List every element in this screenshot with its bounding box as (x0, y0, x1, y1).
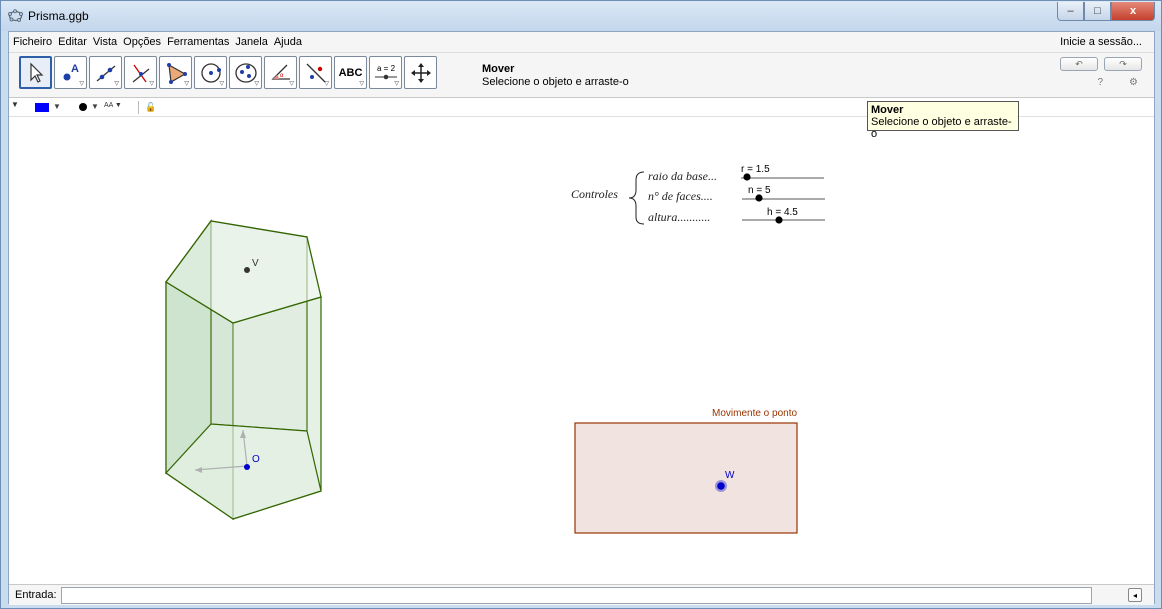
active-tool-info: Mover Selecione o objeto e arraste-o (482, 63, 629, 88)
submenu-triangle-icon: ▽ (184, 81, 189, 87)
svg-text:a = 2: a = 2 (377, 64, 396, 73)
input-bar: Entrada: ◂ (9, 584, 1154, 605)
app-client-area: Ficheiro Editar Vista Opções Ferramentas… (8, 31, 1155, 605)
geogebra-app-icon (8, 9, 23, 22)
slider-r-caption: raio da base... (648, 169, 717, 183)
move-point-box: Movimente o ponto W (574, 408, 798, 534)
submenu-triangle-icon: ▽ (254, 81, 259, 87)
menu-ferramentas[interactable]: Ferramentas (167, 36, 229, 48)
menu-ajuda[interactable]: Ajuda (274, 36, 302, 48)
point-w-core[interactable] (717, 482, 725, 490)
graphics-canvas[interactable]: V O Controles raio da base... n° de face… (9, 118, 1154, 584)
window-controls: – □ x (1057, 2, 1155, 22)
login-link[interactable]: Inicie a sessão... (1060, 36, 1142, 48)
tooltip-text: Selecione o objeto e arraste-o (871, 116, 1012, 140)
move-graphics-view-icon (410, 62, 431, 83)
label-style-icon[interactable]: AA ▼ (104, 102, 122, 109)
minimize-button[interactable]: – (1057, 2, 1084, 21)
toolbar: A ▽ ▽ ▽ ▽ ▽ ▽ α ▽ ▽ ABC ▽ a = 2 ▽ Mover … (9, 53, 1154, 98)
window-title: Prisma.ggb (28, 9, 89, 23)
input-label: Entrada: (15, 589, 57, 601)
controls-brace (628, 171, 645, 225)
slider-r-label: r = 1.5 (741, 164, 770, 175)
svg-text:α: α (280, 73, 284, 79)
slider-n-label: n = 5 (748, 185, 771, 196)
undo-button[interactable]: ↶ (1060, 57, 1098, 71)
menu-ficheiro[interactable]: Ficheiro (13, 36, 52, 48)
point-o[interactable] (244, 464, 250, 470)
submenu-triangle-icon: ▽ (114, 81, 119, 87)
tool-reflect-button[interactable]: ▽ (299, 56, 332, 89)
tool-polygon-button[interactable]: ▽ (159, 56, 192, 89)
undo-redo-group: ↶ ↷ (1060, 57, 1142, 71)
help-settings-group: ? ⚙ (1097, 77, 1138, 88)
controls-label: Controles (571, 187, 618, 201)
tool-buttons: A ▽ ▽ ▽ ▽ ▽ ▽ α ▽ ▽ ABC ▽ a = 2 ▽ (19, 56, 437, 89)
menu-items: Ficheiro Editar Vista Opções Ferramentas… (13, 36, 302, 48)
divider (138, 101, 139, 114)
menu-editar[interactable]: Editar (58, 36, 87, 48)
tool-angle-button[interactable]: α ▽ (264, 56, 297, 89)
redo-button[interactable]: ↷ (1104, 57, 1142, 71)
close-button[interactable]: x (1111, 2, 1155, 21)
slider-n-caption: n° de faces.... (648, 189, 713, 203)
slider-h-caption: altura........... (648, 210, 710, 224)
tool-move-button[interactable] (19, 56, 52, 89)
submenu-triangle-icon: ▽ (289, 81, 294, 87)
tool-perpendicular-button[interactable]: ▽ (124, 56, 157, 89)
help-icon[interactable]: ? (1097, 77, 1103, 88)
tooltip-title: Mover (871, 104, 904, 116)
tool-text-button[interactable]: ABC ▽ (334, 56, 367, 89)
gear-icon[interactable]: ⚙ (1129, 77, 1138, 88)
menu-vista[interactable]: Vista (93, 36, 117, 48)
submenu-triangle-icon: ▽ (79, 81, 84, 87)
menu-bar: Ficheiro Editar Vista Opções Ferramentas… (9, 32, 1154, 53)
point-w-label: W (725, 470, 735, 481)
menu-janela[interactable]: Janela (235, 36, 267, 48)
active-tool-name: Mover (482, 63, 515, 75)
move-box-title: Movimente o ponto (712, 408, 797, 419)
tool-line-button[interactable]: ▽ (89, 56, 122, 89)
tool-ellipse-button[interactable]: ▽ (229, 56, 262, 89)
application-window: Prisma.ggb – □ x Ficheiro Editar Vista O… (0, 0, 1162, 609)
title-bar: Prisma.ggb – □ x (1, 1, 1161, 31)
lock-icon[interactable]: 🔓 (145, 102, 156, 113)
stylebar-toggle-icon[interactable]: ▼ (11, 100, 19, 109)
input-help-icon[interactable]: ◂ (1128, 588, 1142, 602)
tool-circle-button[interactable]: ▽ (194, 56, 227, 89)
tool-point-button[interactable]: A ▽ (54, 56, 87, 89)
color-swatch-button[interactable] (35, 103, 49, 112)
tooltip: Mover Selecione o objeto e arraste-o (867, 101, 1019, 140)
tool-move-view-button[interactable] (404, 56, 437, 89)
submenu-triangle-icon: ▽ (359, 81, 364, 87)
svg-text:A: A (71, 63, 79, 75)
submenu-triangle-icon: ▽ (324, 81, 329, 87)
point-style-button[interactable] (79, 103, 87, 111)
slider-h-label: h = 4.5 (767, 207, 798, 218)
prism-figure[interactable]: V O (165, 219, 322, 521)
submenu-triangle-icon: ▽ (149, 81, 154, 87)
menu-opcoes[interactable]: Opções (123, 36, 161, 48)
active-tool-help: Selecione o objeto e arraste-o (482, 76, 629, 88)
controls-panel: Controles raio da base... n° de faces...… (571, 164, 825, 225)
tool-slider-button[interactable]: a = 2 ▽ (369, 56, 402, 89)
maximize-button[interactable]: □ (1084, 2, 1111, 21)
move-box-area[interactable] (574, 422, 798, 534)
point-v-label: V (252, 258, 259, 269)
point-o-label: O (252, 454, 260, 465)
submenu-triangle-icon: ▽ (394, 81, 399, 87)
pointer-arrow-icon (29, 62, 43, 83)
chevron-down-icon[interactable]: ▼ (91, 102, 99, 111)
point-v[interactable] (244, 267, 250, 273)
chevron-down-icon[interactable]: ▼ (53, 102, 61, 111)
text-abc-icon: ABC (338, 66, 363, 79)
graphics-view[interactable]: V O Controles raio da base... n° de face… (9, 118, 1154, 584)
command-input[interactable] (61, 587, 1092, 604)
submenu-triangle-icon: ▽ (219, 81, 224, 87)
